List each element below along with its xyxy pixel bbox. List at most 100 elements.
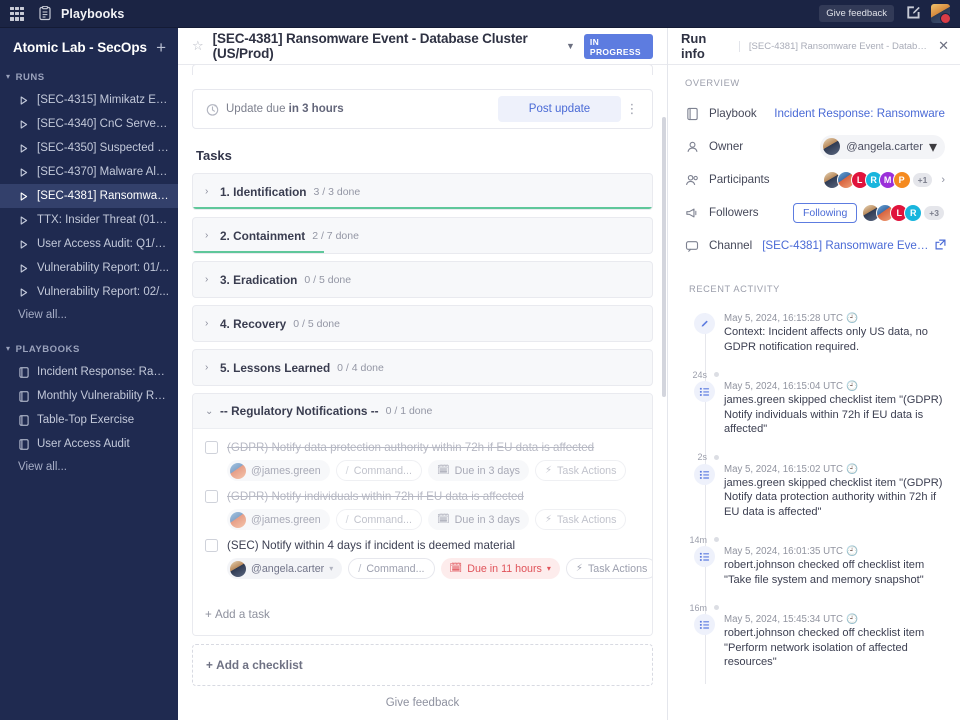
- team-header[interactable]: Atomic Lab - SecOps +: [0, 28, 178, 68]
- participants-overflow-count[interactable]: +1: [911, 171, 934, 188]
- checklist-icon: [694, 546, 715, 567]
- chevron-right-icon[interactable]: ›: [941, 174, 945, 186]
- sidebar-playbook-item[interactable]: Incident Response: Rans...: [0, 360, 178, 384]
- followers-avatars[interactable]: LR: [862, 203, 923, 222]
- sidebar-run-item[interactable]: [SEC-4370] Malware Alert...: [0, 160, 178, 184]
- checklist-header[interactable]: › 2. Containment 2 / 7 done: [193, 218, 652, 253]
- give-feedback-button[interactable]: Give feedback: [819, 5, 894, 22]
- following-toggle-button[interactable]: Following: [792, 202, 858, 223]
- task-due-label: Due in 3 days: [454, 464, 521, 477]
- post-update-button[interactable]: Post update: [498, 96, 621, 122]
- task-checkbox[interactable]: [205, 539, 218, 552]
- sidebar-run-item[interactable]: [SEC-4350] Suspected Sp...: [0, 136, 178, 160]
- sidebar-section-playbooks[interactable]: ▾ PLAYBOOKS: [0, 340, 178, 360]
- sidebar-run-item[interactable]: User Access Audit: Q1/20...: [0, 232, 178, 256]
- sidebar-run-item[interactable]: [SEC-4381] Ransomware ...: [0, 184, 178, 208]
- sidebar-run-item[interactable]: TTX: Insider Threat (01/2...: [0, 208, 178, 232]
- center-give-feedback-link[interactable]: Give feedback: [192, 686, 653, 719]
- chevron-down-icon[interactable]: ⌄: [205, 406, 213, 417]
- sidebar-playbook-item[interactable]: Monthly Vulnerability Re...: [0, 384, 178, 408]
- apps-grid-icon[interactable]: [10, 6, 24, 21]
- lightning-icon: ⚡: [545, 465, 553, 476]
- task-assignee-chip[interactable]: @angela.carter ▾: [227, 558, 343, 579]
- task-checkbox[interactable]: [205, 490, 218, 503]
- add-task-button[interactable]: + Add a task: [193, 595, 652, 635]
- checklist-header[interactable]: ⌄ -- Regulatory Notifications -- 0 / 1 don…: [193, 394, 652, 429]
- user-avatar[interactable]: [931, 4, 950, 23]
- avatar: R: [904, 203, 923, 222]
- star-icon[interactable]: ☆: [192, 38, 204, 54]
- sidebar-run-item[interactable]: Vulnerability Report: 02/...: [0, 280, 178, 304]
- lightning-icon: ⚡: [575, 563, 583, 574]
- task-actions-chip[interactable]: ⚡ Task Actions: [535, 509, 627, 530]
- chevron-right-icon[interactable]: ›: [205, 230, 213, 241]
- sidebar-run-label: User Access Audit: Q1/20...: [37, 238, 170, 250]
- main-body: Atomic Lab - SecOps + ▾ RUNS [SEC-4315] …: [0, 28, 960, 720]
- clock-icon: [206, 103, 219, 116]
- owner-selector[interactable]: @angela.carter ▾: [820, 134, 945, 159]
- sidebar-run-item[interactable]: [SEC-4340] CnC Server D...: [0, 112, 178, 136]
- checklist-header[interactable]: › 1. Identification 3 / 3 done: [193, 174, 652, 209]
- channel-link[interactable]: [SEC-4381] Ransomware Event - Da: [762, 239, 930, 252]
- task-due-chip[interactable]: 🗓 Due in 11 hours ▾: [440, 558, 560, 579]
- add-run-button[interactable]: +: [156, 39, 166, 56]
- task-command-chip[interactable]: / Command...: [335, 509, 422, 530]
- sidebar-runs-view-all[interactable]: View all...: [0, 304, 178, 326]
- chevron-right-icon[interactable]: ›: [205, 186, 213, 197]
- checklist-header[interactable]: › 5. Lessons Learned 0 / 4 done: [193, 350, 652, 385]
- timeline-dot: [714, 454, 719, 460]
- clock-icon: 🕘: [846, 614, 859, 625]
- sidebar-run-label: [SEC-4381] Ransomware ...: [37, 190, 170, 202]
- checklist-header[interactable]: › 4. Recovery 0 / 5 done: [193, 306, 652, 341]
- checklist-progress-count: 3 / 3 done: [313, 185, 361, 198]
- checklist-header[interactable]: › 3. Eradication 0 / 5 done: [193, 262, 652, 297]
- sidebar-playbook-item[interactable]: User Access Audit: [0, 432, 178, 456]
- task-checkbox[interactable]: [205, 441, 218, 454]
- chevron-down-icon: ▾: [329, 564, 334, 573]
- left-sidebar: Atomic Lab - SecOps + ▾ RUNS [SEC-4315] …: [0, 28, 178, 720]
- status-badge[interactable]: IN PROGRESS: [583, 33, 653, 59]
- compose-icon[interactable]: [905, 4, 920, 24]
- run-info-subtitle: [SEC-4381] Ransomware Event - Database .…: [738, 40, 929, 52]
- add-checklist-button[interactable]: + Add a checklist: [192, 644, 653, 686]
- task-assignee-chip[interactable]: @james.green: [227, 460, 330, 481]
- task-actions-chip[interactable]: ⚡ Task Actions: [535, 460, 627, 481]
- checklist-title: -- Regulatory Notifications --: [220, 404, 379, 418]
- task-actions-chip[interactable]: ⚡ Task Actions: [565, 558, 652, 579]
- sidebar-run-label: Vulnerability Report: 01/...: [37, 262, 169, 274]
- chevron-right-icon[interactable]: ›: [205, 318, 213, 329]
- more-options-icon[interactable]: ⋮: [621, 101, 643, 117]
- chevron-right-icon[interactable]: ›: [205, 362, 213, 373]
- participants-avatars[interactable]: LRMP: [822, 170, 911, 189]
- slash-icon: /: [345, 513, 349, 526]
- app-title: Playbooks: [61, 6, 125, 21]
- followers-value-wrap: Following LR +3: [792, 202, 945, 223]
- task-due-chip[interactable]: 🗓 Due in 3 days: [427, 460, 530, 481]
- playbook-link[interactable]: Incident Response: Ransomware: [774, 107, 945, 120]
- activity-time-text: May 5, 2024, 16:15:02 UTC: [724, 463, 844, 475]
- timeline-dot: [714, 537, 719, 542]
- sidebar-section-runs[interactable]: ▾ RUNS: [0, 68, 178, 88]
- activity-text: robert.johnson checked off checklist ite…: [724, 627, 925, 668]
- overview-row-participants: Participants LRMP +1 ›: [681, 163, 947, 196]
- sidebar-section-runs-label: RUNS: [15, 72, 45, 83]
- chevron-right-icon[interactable]: ›: [205, 274, 213, 285]
- center-scrollbar[interactable]: [662, 117, 666, 397]
- task-assignee-chip[interactable]: @james.green: [227, 509, 330, 530]
- activity-timestamp: May 5, 2024, 15:45:34 UTC 🕘: [724, 614, 947, 625]
- chevron-down-icon[interactable]: ▼: [566, 41, 575, 51]
- sidebar-playbook-item[interactable]: Table-Top Exercise: [0, 408, 178, 432]
- task-command-chip[interactable]: / Command...: [335, 460, 422, 481]
- sidebar-run-item[interactable]: [SEC-4315] Mimikatz Exe...: [0, 88, 178, 112]
- activity-list: May 5, 2024, 16:15:28 UTC 🕘 Context: Incid…: [685, 313, 947, 684]
- sidebar-run-item[interactable]: Vulnerability Report: 01/...: [0, 256, 178, 280]
- activity-text: james.green skipped checklist item "(GDP…: [724, 394, 943, 435]
- external-link-icon[interactable]: [935, 239, 946, 253]
- followers-overflow-count[interactable]: +3: [923, 204, 945, 221]
- sidebar-playbooks-view-all[interactable]: View all...: [0, 456, 178, 478]
- play-triangle-icon: [18, 215, 29, 225]
- task-item: (GDPR) Notify individuals within 72h if …: [205, 487, 640, 536]
- task-due-chip[interactable]: 🗓 Due in 3 days: [427, 509, 530, 530]
- close-icon[interactable]: ✕: [938, 38, 949, 54]
- task-command-chip[interactable]: / Command...: [348, 558, 435, 579]
